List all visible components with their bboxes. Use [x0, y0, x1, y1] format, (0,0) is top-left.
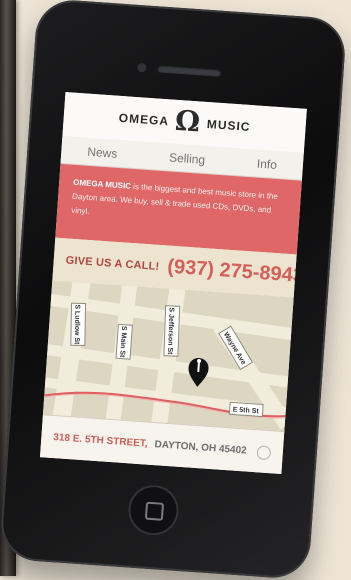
intro-lead: OMEGA MUSIC [72, 177, 132, 191]
brand-right: MUSIC [206, 116, 251, 134]
nav-info[interactable]: Info [252, 154, 281, 174]
earpiece-speaker [157, 64, 222, 77]
location-map[interactable]: S Ludlow St S Main St S Jefferson St Way… [42, 280, 294, 432]
front-camera [137, 62, 147, 73]
call-label: GIVE US A CALL! [65, 253, 160, 273]
phone-number-link[interactable]: (937) 275-8943 [167, 256, 305, 288]
brand-left: OMEGA [118, 110, 170, 129]
address-street: 318 E. 5TH STREET, [52, 432, 148, 450]
iphone-device: OMEGA Ω MUSIC News Selling Info OMEGA MU… [0, 0, 348, 580]
address-marker-icon [256, 444, 272, 460]
phone-screen: OMEGA Ω MUSIC News Selling Info OMEGA MU… [39, 92, 307, 475]
home-button[interactable] [126, 483, 181, 537]
omega-logo-icon: Ω [173, 103, 203, 139]
street-map: S Ludlow St S Main St S Jefferson St Way… [42, 280, 294, 432]
nav-news[interactable]: News [83, 142, 122, 163]
street-label-ludlow: S Ludlow St [73, 304, 81, 345]
nav-selling[interactable]: Selling [165, 148, 210, 169]
address-city: DAYTON, OH 45402 [154, 439, 248, 457]
